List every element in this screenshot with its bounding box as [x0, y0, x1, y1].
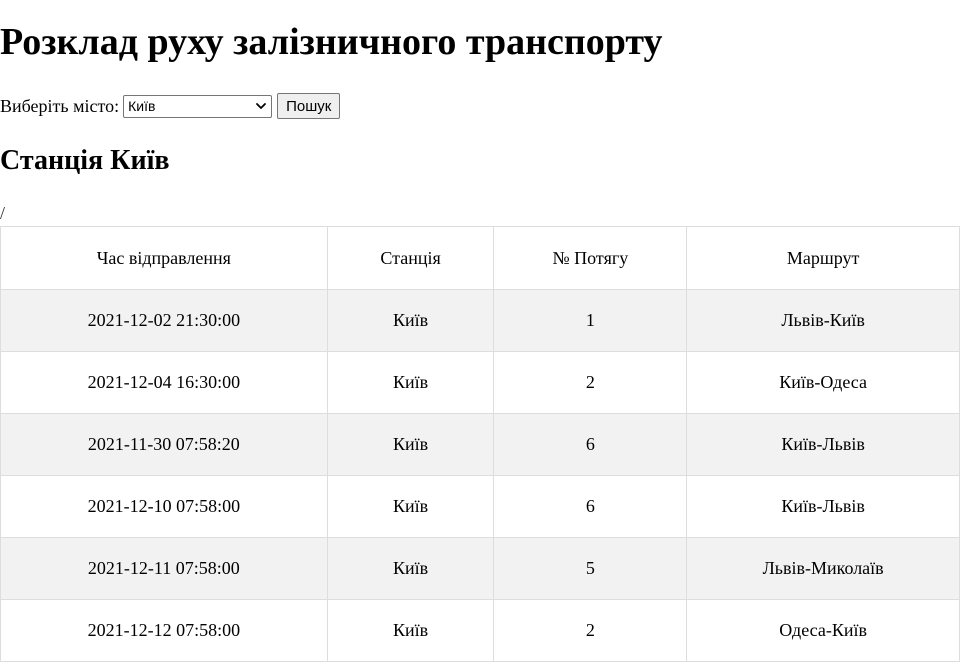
header-departure-time: Час відправлення — [0, 226, 328, 290]
cell-route: Одеса-Київ — [686, 599, 960, 662]
cell-departure-time: 2021-12-02 21:30:00 — [0, 289, 328, 352]
cell-station: Київ — [326, 475, 495, 538]
page-title: Розклад руху залізничного транспорту — [0, 21, 663, 63]
chevron-down-icon — [256, 103, 267, 109]
city-search-form: Виберіть місто: Київ Пошук — [0, 93, 341, 119]
table-row: 2021-12-11 07:58:00 Київ 5 Львів-Миколаї… — [0, 537, 960, 600]
cell-train-number: 2 — [493, 599, 688, 662]
cell-train-number: 2 — [493, 351, 688, 414]
city-select-value: Київ — [128, 98, 156, 114]
table-row: 2021-12-10 07:58:00 Київ 6 Київ-Львів — [0, 475, 960, 538]
station-heading: Станція Київ — [0, 145, 170, 176]
header-station: Станція — [326, 226, 495, 290]
search-button[interactable]: Пошук — [277, 93, 341, 119]
table-row: 2021-12-04 16:30:00 Київ 2 Київ-Одеса — [0, 351, 960, 414]
cell-departure-time: 2021-11-30 07:58:20 — [0, 413, 328, 476]
cell-train-number: 1 — [493, 289, 688, 352]
cell-station: Київ — [326, 599, 495, 662]
cell-route: Львів-Миколаїв — [686, 537, 960, 600]
city-select[interactable]: Київ — [123, 94, 273, 118]
cell-route: Львів-Київ — [686, 289, 960, 352]
cell-train-number: 5 — [493, 537, 688, 600]
cell-station: Київ — [326, 413, 495, 476]
cell-route: Київ-Львів — [686, 475, 960, 538]
cell-route: Київ-Одеса — [686, 351, 960, 414]
cell-route: Київ-Львів — [686, 413, 960, 476]
path-text: / — [0, 203, 6, 223]
cell-station: Київ — [326, 289, 495, 352]
table-row: 2021-12-02 21:30:00 Київ 1 Львів-Київ — [0, 289, 960, 352]
cell-departure-time: 2021-12-11 07:58:00 — [0, 537, 328, 600]
cell-train-number: 6 — [493, 413, 688, 476]
table-header-row: Час відправлення Станція № Потягу Маршру… — [0, 226, 960, 290]
city-select-label: Виберіть місто: — [0, 95, 120, 116]
table-row: 2021-12-12 07:58:00 Київ 2 Одеса-Київ — [0, 599, 960, 662]
cell-train-number: 6 — [493, 475, 688, 538]
cell-departure-time: 2021-12-04 16:30:00 — [0, 351, 328, 414]
cell-station: Київ — [326, 351, 495, 414]
cell-station: Київ — [326, 537, 495, 600]
cell-departure-time: 2021-12-10 07:58:00 — [0, 475, 328, 538]
schedule-table: Час відправлення Станція № Потягу Маршру… — [0, 226, 960, 662]
header-train-number: № Потягу — [493, 226, 688, 290]
table-row: 2021-11-30 07:58:20 Київ 6 Київ-Львів — [0, 413, 960, 476]
header-route: Маршрут — [686, 226, 960, 290]
cell-departure-time: 2021-12-12 07:58:00 — [0, 599, 328, 662]
